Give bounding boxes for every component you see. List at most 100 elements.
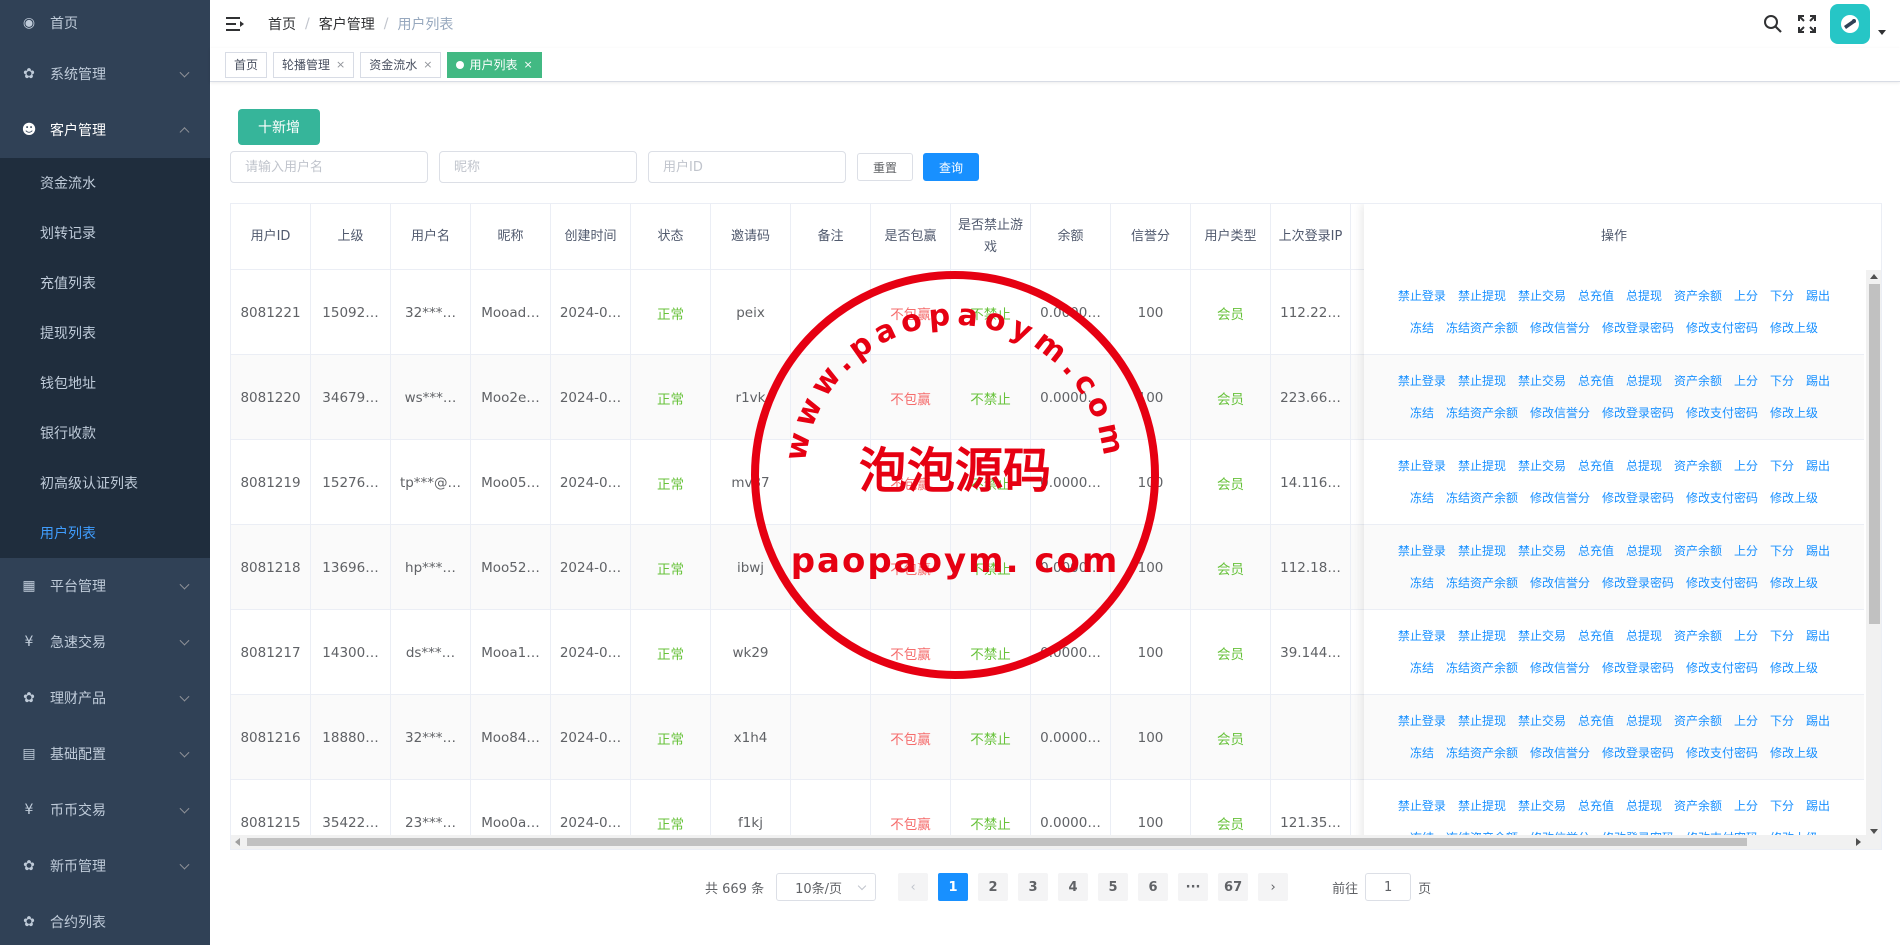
- op-link[interactable]: 修改支付密码: [1686, 567, 1758, 599]
- op-link[interactable]: 冻结: [1410, 397, 1434, 429]
- op-link[interactable]: 禁止登录: [1398, 535, 1446, 567]
- op-link[interactable]: 总提现: [1626, 280, 1662, 312]
- op-link[interactable]: 下分: [1770, 365, 1794, 397]
- op-link[interactable]: 修改登录密码: [1602, 397, 1674, 429]
- op-link[interactable]: 踢出: [1806, 620, 1830, 652]
- close-icon[interactable]: ×: [423, 53, 432, 77]
- op-link[interactable]: 修改信誉分: [1530, 737, 1590, 769]
- op-link[interactable]: 踢出: [1806, 535, 1830, 567]
- op-link[interactable]: 修改支付密码: [1686, 652, 1758, 684]
- op-link[interactable]: 上分: [1734, 280, 1758, 312]
- op-link[interactable]: 总提现: [1626, 620, 1662, 652]
- op-link[interactable]: 修改上级: [1770, 397, 1818, 429]
- op-link[interactable]: 修改信誉分: [1530, 567, 1590, 599]
- caret-down-icon[interactable]: [1878, 29, 1886, 35]
- op-link[interactable]: 总提现: [1626, 450, 1662, 482]
- avatar[interactable]: [1830, 4, 1870, 44]
- op-link[interactable]: 禁止登录: [1398, 280, 1446, 312]
- close-icon[interactable]: ×: [524, 53, 533, 77]
- op-link[interactable]: 禁止交易: [1518, 365, 1566, 397]
- op-link[interactable]: 上分: [1734, 620, 1758, 652]
- op-link[interactable]: 禁止交易: [1518, 450, 1566, 482]
- op-link[interactable]: 禁止交易: [1518, 280, 1566, 312]
- op-link[interactable]: 禁止提现: [1458, 790, 1506, 822]
- op-link[interactable]: 修改登录密码: [1602, 567, 1674, 599]
- page-6[interactable]: 6: [1138, 873, 1169, 901]
- op-link[interactable]: 资产余额: [1674, 450, 1722, 482]
- tag-user-list[interactable]: 用户列表 ×: [447, 51, 542, 78]
- more-pages-icon[interactable]: ···: [1178, 873, 1209, 901]
- op-link[interactable]: 禁止交易: [1518, 535, 1566, 567]
- op-link[interactable]: 禁止提现: [1458, 705, 1506, 737]
- op-link[interactable]: 上分: [1734, 790, 1758, 822]
- op-link[interactable]: 上分: [1734, 450, 1758, 482]
- menu-contract[interactable]: ✿ 合约列表: [0, 894, 210, 945]
- op-link[interactable]: 总提现: [1626, 535, 1662, 567]
- query-button[interactable]: 查询: [923, 153, 979, 181]
- page-67[interactable]: 67: [1218, 873, 1249, 901]
- op-link[interactable]: 冻结: [1410, 567, 1434, 599]
- userid-input[interactable]: [648, 151, 846, 183]
- op-link[interactable]: 总提现: [1626, 365, 1662, 397]
- sidebar-item-bank[interactable]: 银行收款: [0, 408, 210, 458]
- op-link[interactable]: 踢出: [1806, 790, 1830, 822]
- op-link[interactable]: 禁止提现: [1458, 280, 1506, 312]
- op-link[interactable]: 禁止登录: [1398, 365, 1446, 397]
- op-link[interactable]: 修改支付密码: [1686, 737, 1758, 769]
- op-link[interactable]: 修改上级: [1770, 652, 1818, 684]
- op-link[interactable]: 修改登录密码: [1602, 652, 1674, 684]
- op-link[interactable]: 下分: [1770, 790, 1794, 822]
- op-link[interactable]: 下分: [1770, 535, 1794, 567]
- hamburger-icon[interactable]: [226, 17, 244, 31]
- op-link[interactable]: 总充值: [1578, 705, 1614, 737]
- op-link[interactable]: 总提现: [1626, 790, 1662, 822]
- sidebar-item-user-list[interactable]: 用户列表: [0, 508, 210, 558]
- scroll-left-icon[interactable]: [235, 838, 240, 846]
- op-link[interactable]: 禁止交易: [1518, 620, 1566, 652]
- prev-page-button[interactable]: ‹: [898, 873, 929, 901]
- op-link[interactable]: 总提现: [1626, 705, 1662, 737]
- op-link[interactable]: 修改支付密码: [1686, 482, 1758, 514]
- search-icon[interactable]: [1762, 13, 1784, 35]
- tag-fund-flow[interactable]: 资金流水 ×: [360, 51, 442, 78]
- op-link[interactable]: 总充值: [1578, 280, 1614, 312]
- op-link[interactable]: 资产余额: [1674, 620, 1722, 652]
- menu-home[interactable]: ◉ 首页: [0, 0, 210, 46]
- op-link[interactable]: 修改上级: [1770, 312, 1818, 344]
- op-link[interactable]: 资产余额: [1674, 280, 1722, 312]
- menu-customer[interactable]: ☻ 客户管理: [0, 102, 210, 158]
- sidebar-item-transfer[interactable]: 划转记录: [0, 208, 210, 258]
- op-link[interactable]: 修改上级: [1770, 567, 1818, 599]
- op-link[interactable]: 总充值: [1578, 790, 1614, 822]
- op-link[interactable]: 总充值: [1578, 365, 1614, 397]
- scroll-down-icon[interactable]: [1870, 829, 1878, 834]
- horizontal-scrollbar[interactable]: [231, 835, 1881, 849]
- close-icon[interactable]: ×: [336, 53, 345, 77]
- op-link[interactable]: 总充值: [1578, 620, 1614, 652]
- op-link[interactable]: 资产余额: [1674, 535, 1722, 567]
- add-button[interactable]: 十新增: [238, 109, 320, 145]
- op-link[interactable]: 修改信誉分: [1530, 397, 1590, 429]
- op-link[interactable]: 冻结资产余额: [1446, 737, 1518, 769]
- goto-page-input[interactable]: [1365, 873, 1412, 901]
- sidebar-item-kyc[interactable]: 初高级认证列表: [0, 458, 210, 508]
- op-link[interactable]: 下分: [1770, 620, 1794, 652]
- nickname-input[interactable]: [439, 151, 637, 183]
- sidebar-item-wallet[interactable]: 钱包地址: [0, 358, 210, 408]
- op-link[interactable]: 冻结资产余额: [1446, 482, 1518, 514]
- menu-platform[interactable]: ▦ 平台管理: [0, 558, 210, 614]
- op-link[interactable]: 修改信誉分: [1530, 652, 1590, 684]
- op-link[interactable]: 资产余额: [1674, 790, 1722, 822]
- scroll-thumb[interactable]: [247, 838, 1747, 846]
- menu-finance[interactable]: ✿ 理财产品: [0, 670, 210, 726]
- op-link[interactable]: 禁止提现: [1458, 535, 1506, 567]
- scroll-right-icon[interactable]: [1856, 838, 1861, 846]
- op-link[interactable]: 资产余额: [1674, 705, 1722, 737]
- op-link[interactable]: 禁止提现: [1458, 450, 1506, 482]
- op-link[interactable]: 修改登录密码: [1602, 312, 1674, 344]
- next-page-button[interactable]: ›: [1258, 873, 1289, 901]
- op-link[interactable]: 踢出: [1806, 450, 1830, 482]
- tag-carousel[interactable]: 轮播管理 ×: [273, 51, 355, 78]
- op-link[interactable]: 冻结资产余额: [1446, 567, 1518, 599]
- scroll-up-icon[interactable]: [1870, 274, 1878, 279]
